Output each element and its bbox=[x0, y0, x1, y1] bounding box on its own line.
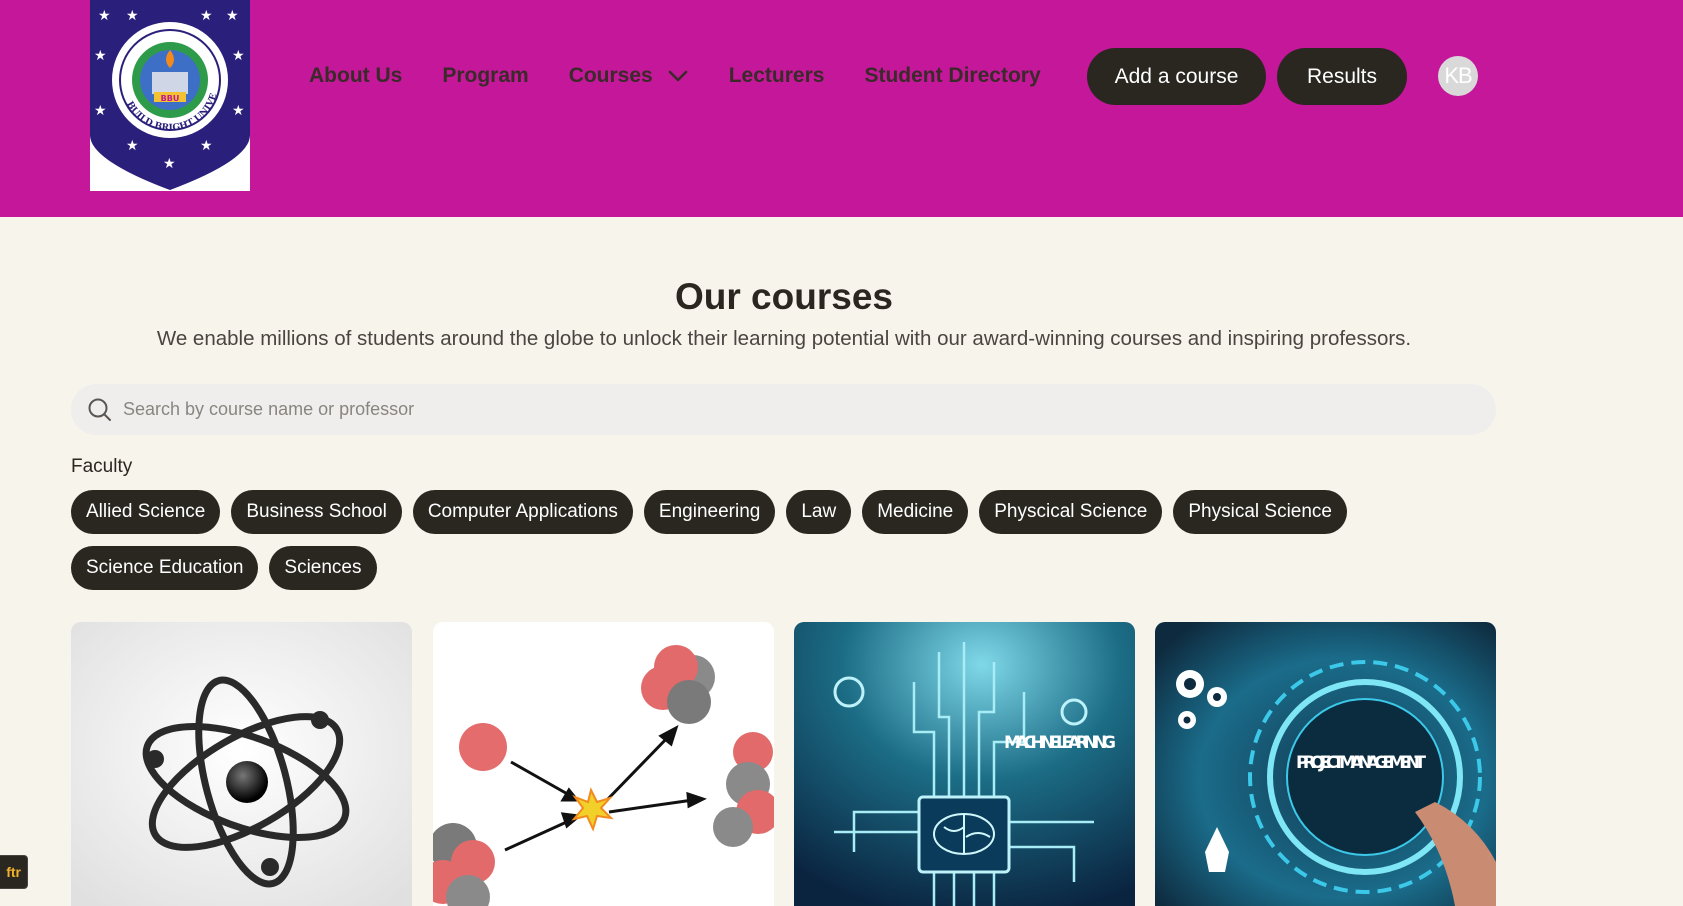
project-management-gears: PROJECT MANAGEMENT bbox=[1155, 622, 1496, 906]
university-logo[interactable]: ★★★★ ★★ ★★ ★★★ BBU BUILD BRIGHT UNIVERSI… bbox=[86, 0, 250, 191]
nav-program-label: Program bbox=[442, 64, 529, 87]
avatar-initials: KB bbox=[1444, 63, 1472, 88]
faculty-chip-business-school[interactable]: Business School bbox=[231, 490, 402, 534]
search-input[interactable] bbox=[123, 399, 1423, 420]
svg-text:★: ★ bbox=[200, 8, 213, 24]
search-icon bbox=[88, 398, 111, 421]
course-card[interactable] bbox=[433, 622, 774, 906]
main-nav: About Us Program Courses Lecturers Stude… bbox=[309, 62, 1041, 90]
page-title: Our courses bbox=[675, 276, 893, 317]
nav-lecturers-label: Lecturers bbox=[728, 64, 825, 87]
svg-text:★: ★ bbox=[232, 103, 245, 119]
svg-text:★: ★ bbox=[163, 156, 176, 172]
add-course-button[interactable]: Add a course bbox=[1087, 48, 1266, 105]
results-label: Results bbox=[1306, 64, 1378, 88]
svg-text:★: ★ bbox=[200, 138, 213, 154]
faculty-chip-allied-science[interactable]: Allied Science bbox=[71, 490, 221, 534]
svg-text:★: ★ bbox=[98, 8, 111, 24]
card-image-text: PROJECT MANAGEMENT bbox=[1296, 753, 1426, 773]
course-card[interactable]: PROJECT MANAGEMENT bbox=[1155, 622, 1496, 906]
faculty-filter-list: Allied Science Business School Computer … bbox=[71, 490, 1511, 590]
svg-text:★: ★ bbox=[94, 48, 107, 64]
course-card[interactable] bbox=[71, 622, 412, 906]
avatar[interactable]: KB bbox=[1438, 56, 1478, 96]
results-button[interactable]: Results bbox=[1277, 48, 1407, 105]
page-subtitle: We enable millions of students around th… bbox=[156, 327, 1412, 350]
svg-text:★: ★ bbox=[226, 8, 239, 24]
faculty-chip-engineering[interactable]: Engineering bbox=[643, 490, 776, 534]
faculty-chip-physcical-science[interactable]: Physcical Science bbox=[979, 490, 1163, 534]
floating-tag-text: ftr bbox=[6, 864, 21, 880]
course-card[interactable]: MACHINE LEARNING bbox=[794, 622, 1135, 906]
nav-about-us[interactable]: About Us bbox=[309, 64, 402, 88]
faculty-chip-law[interactable]: Law bbox=[786, 490, 852, 534]
atom-illustration bbox=[71, 622, 412, 906]
add-course-label: Add a course bbox=[1114, 64, 1239, 88]
svg-text:★: ★ bbox=[232, 48, 245, 64]
faculty-chip-computer-applications[interactable]: Computer Applications bbox=[412, 490, 633, 534]
card-image-text: MACHINE LEARNING bbox=[1004, 733, 1116, 753]
molecule-collision-illustration bbox=[433, 622, 774, 906]
faculty-label: Faculty bbox=[71, 456, 133, 477]
machine-learning-chip: MACHINE LEARNING bbox=[794, 622, 1135, 906]
faculty-chip-science-education[interactable]: Science Education bbox=[71, 546, 259, 590]
nav-student-directory[interactable]: Student Directory bbox=[864, 64, 1040, 88]
faculty-chip-medicine[interactable]: Medicine bbox=[862, 490, 969, 534]
nav-about-us-label: About Us bbox=[309, 64, 403, 87]
site-header: ★★★★ ★★ ★★ ★★★ BBU BUILD BRIGHT UNIVERSI… bbox=[0, 0, 1683, 217]
logo-monogram: BBU bbox=[161, 94, 180, 103]
nav-lecturers[interactable]: Lecturers bbox=[729, 64, 825, 88]
faculty-chip-sciences[interactable]: Sciences bbox=[269, 546, 377, 590]
svg-text:★: ★ bbox=[94, 103, 107, 119]
nav-courses-label: Courses bbox=[568, 64, 653, 87]
svg-text:★: ★ bbox=[126, 8, 139, 24]
faculty-chip-physical-science[interactable]: Physical Science bbox=[1173, 490, 1347, 534]
nav-student-directory-label: Student Directory bbox=[864, 64, 1041, 87]
search-bar[interactable] bbox=[71, 384, 1496, 435]
floating-tag[interactable]: ftr bbox=[0, 855, 28, 889]
nav-program[interactable]: Program bbox=[442, 64, 528, 88]
svg-text:★: ★ bbox=[126, 138, 139, 154]
chevron-down-icon bbox=[668, 70, 688, 82]
nav-courses[interactable]: Courses bbox=[569, 64, 689, 88]
university-logo-emblem: ★★★★ ★★ ★★ ★★★ BBU BUILD BRIGHT UNIVERSI… bbox=[86, 0, 250, 190]
